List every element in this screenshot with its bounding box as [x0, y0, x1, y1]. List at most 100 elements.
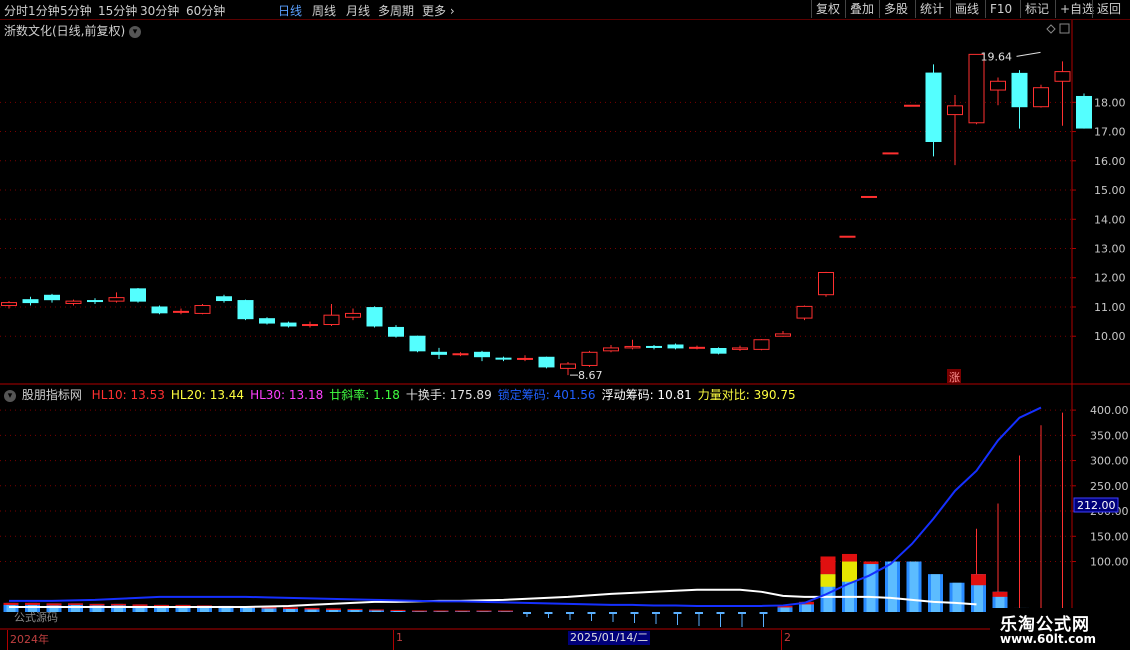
candle-body-44 — [947, 105, 963, 116]
candle-body-33 — [710, 348, 727, 354]
chip-red-38 — [820, 556, 836, 575]
candle-body-30 — [646, 345, 662, 348]
chip-red-45 — [971, 574, 986, 586]
chip-down-cap-27 — [587, 612, 596, 614]
chip-down-cap-32 — [695, 612, 703, 614]
chip-down-cap-24 — [523, 612, 531, 614]
candle-body-2 — [44, 294, 60, 301]
ind-label-1: 150.00 — [1090, 530, 1129, 543]
candle-body-21 — [452, 353, 469, 356]
candle-body-23 — [495, 357, 512, 360]
chip-down-cap-26 — [566, 612, 574, 614]
chip-glow-43 — [931, 574, 940, 612]
candle-body-31 — [667, 344, 684, 349]
candle-body-6 — [130, 288, 146, 302]
candle-body-19 — [409, 335, 426, 352]
chip-red-5 — [111, 603, 126, 606]
candle-body-10 — [216, 296, 232, 302]
candle-body-28 — [603, 347, 619, 352]
candle-body-11 — [237, 300, 254, 320]
low-annotation: 8.67 — [578, 369, 603, 382]
ind-label-0: 100.00 — [1090, 556, 1129, 569]
chip-glow-41 — [888, 561, 897, 612]
watermark-url: www.60lt.com — [1000, 632, 1097, 646]
candle-body-36 — [775, 333, 791, 337]
chip-red-22 — [476, 610, 492, 612]
candle-body-14 — [302, 324, 318, 327]
candle-body-42 — [904, 104, 920, 107]
current-value-text: 212.00 — [1077, 499, 1116, 512]
candle-body-35 — [753, 339, 770, 350]
candle-body-38 — [818, 271, 834, 296]
formula-source-label[interactable]: 公式源码 — [14, 609, 58, 625]
date-axis: 2024年 1 2 — [0, 630, 1072, 650]
chip-red-13 — [283, 607, 298, 609]
price-label-7: 17.00 — [1094, 126, 1126, 139]
candle-body-15 — [323, 314, 340, 326]
chip-glow-40 — [866, 561, 876, 612]
candle-body-46 — [990, 80, 1006, 91]
candle-body-41 — [882, 152, 899, 155]
chip-red-19 — [412, 610, 427, 612]
chip-red-3 — [68, 603, 83, 605]
pane-toggle-icon — [1059, 23, 1070, 34]
candle-body-8 — [173, 310, 189, 313]
chip-red-21 — [455, 610, 470, 612]
candle-body-4 — [87, 300, 103, 303]
chip-down-cap-30 — [652, 612, 660, 614]
candle-body-17 — [366, 307, 383, 327]
chip-down-cap-31 — [673, 612, 682, 614]
candle-body-7 — [151, 306, 168, 314]
ind-label-3: 250.00 — [1090, 480, 1129, 493]
candle-body-0 — [1, 302, 17, 307]
chip-down-cap-25 — [544, 612, 553, 614]
chip-down-cap-34 — [738, 612, 746, 614]
chip-red-15 — [326, 608, 341, 610]
chip-yellow-38 — [820, 574, 836, 587]
ind-label-6: 400.00 — [1090, 404, 1129, 417]
price-label-6: 16.00 — [1094, 155, 1126, 168]
indicator-name: 股朋指标网 — [21, 388, 82, 402]
candle-body-16 — [345, 312, 361, 318]
indicator-menu-icon[interactable]: ▾ — [4, 389, 16, 402]
indicator-legend: ▾ 股朋指标网 HL10: 13.53 HL20: 13.44 HL30: 13.1… — [4, 386, 802, 403]
indicator-item-7: 力量对比: 390.75 — [697, 388, 796, 402]
candle-body-39 — [839, 235, 856, 238]
candle-body-45 — [968, 53, 985, 124]
indicator-item-4: 十换手: 175.89 — [405, 388, 492, 402]
limit-up-text: 涨 — [949, 371, 960, 384]
chip-red-6 — [132, 604, 148, 606]
chip-down-cap-28 — [609, 612, 617, 614]
candle-body-13 — [280, 322, 297, 327]
chip-yellow-39 — [842, 561, 857, 582]
price-label-8: 18.00 — [1094, 96, 1126, 109]
high-arrow — [1016, 51, 1041, 57]
date-tick-2 — [781, 630, 782, 650]
candle-body-37 — [796, 305, 813, 319]
date-tick-0 — [7, 630, 8, 650]
price-label-3: 13.00 — [1094, 243, 1126, 256]
chip-glow-44 — [952, 582, 962, 612]
candle-body-47 — [1011, 72, 1028, 108]
chip-red-1 — [25, 602, 40, 605]
chip-red-20 — [433, 610, 449, 612]
chip-red-23 — [498, 610, 513, 612]
candle-body-22 — [474, 351, 490, 358]
price-label-4: 14.00 — [1094, 213, 1126, 226]
chip-red-16 — [347, 608, 363, 610]
date-label-2: 2 — [784, 631, 791, 644]
kline-chart: 10.00 11.00 12.00 13.00 14.00 15.00 16.00 17.00… — [0, 20, 1130, 630]
candle-body-27 — [581, 351, 598, 366]
chip-red-14 — [304, 607, 320, 610]
chip-red-0 — [3, 602, 19, 605]
candle-body-3 — [65, 300, 82, 304]
price-label-0: 10.00 — [1094, 330, 1126, 343]
indicator-item-1: HL20: 13.44 — [170, 388, 245, 402]
ind-label-4: 300.00 — [1090, 455, 1129, 468]
candle-body-26 — [560, 363, 576, 369]
chip-red-18 — [390, 609, 406, 611]
candle-body-12 — [259, 318, 275, 324]
chip-down-cap-35 — [759, 612, 768, 614]
chip-red-39 — [842, 553, 857, 562]
chip-down-cap-33 — [716, 612, 725, 614]
